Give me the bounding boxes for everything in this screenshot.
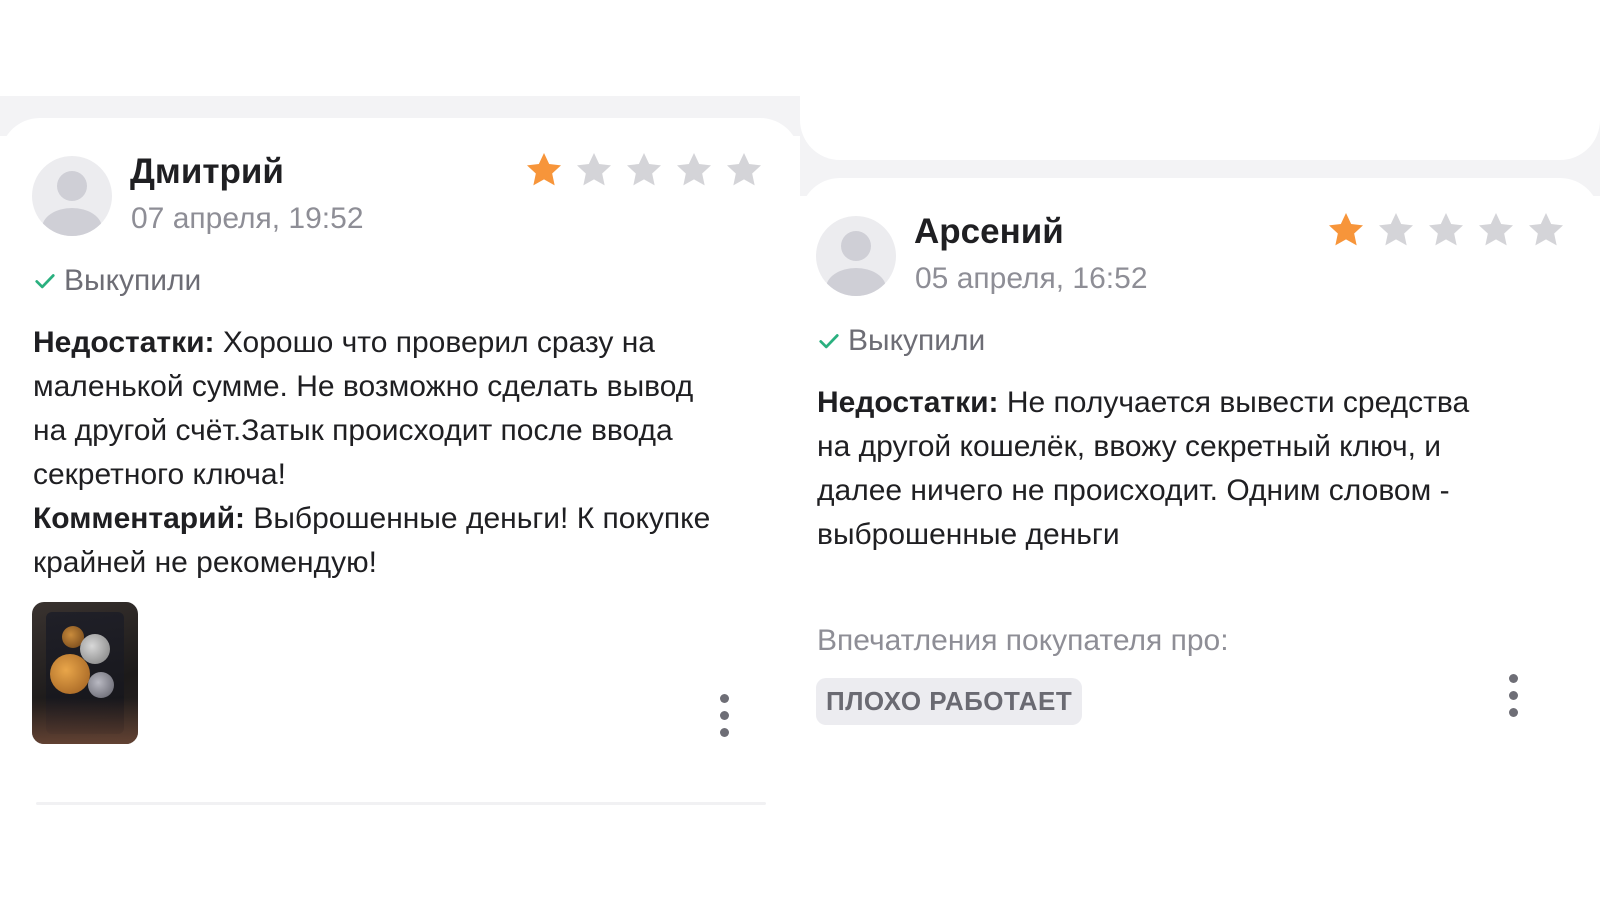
divider xyxy=(36,802,766,805)
comment-label: Комментарий: xyxy=(33,502,246,535)
more-dot xyxy=(1508,708,1518,717)
rating-stars xyxy=(1326,210,1566,250)
impression-tag[interactable]: ПЛОХО РАБОТАЕТ xyxy=(816,678,1083,725)
purchase-status: Выкупили xyxy=(818,324,985,358)
more-options-icon[interactable] xyxy=(718,694,730,737)
more-dot xyxy=(719,711,729,720)
more-dot xyxy=(1508,674,1518,683)
avatar-head-icon xyxy=(57,171,87,201)
more-dot xyxy=(719,694,729,703)
purchase-status: Выкупили xyxy=(34,264,201,298)
review-photo[interactable] xyxy=(32,602,138,744)
review-card: Дмитрий 07 апреля, 19:52 Выкупили Недост… xyxy=(0,118,800,818)
hand-graphic xyxy=(32,698,138,744)
more-dot xyxy=(1508,691,1518,700)
check-icon xyxy=(35,274,55,289)
star-empty-icon xyxy=(1479,213,1513,246)
more-dot xyxy=(719,728,729,737)
review-body: Недостатки: Хорошо что проверил сразу на… xyxy=(33,321,733,585)
star-empty-icon xyxy=(577,153,611,186)
purchase-status-label: Выкупили xyxy=(64,264,202,297)
star-filled-icon xyxy=(527,153,561,186)
coin-graphic xyxy=(88,672,114,698)
review-date: 07 апреля, 19:52 xyxy=(131,202,364,235)
star-empty-icon xyxy=(1529,213,1563,246)
review-author: Дмитрий xyxy=(130,152,284,191)
coin-graphic xyxy=(50,654,90,694)
review-cons: Недостатки: Хорошо что проверил сразу на… xyxy=(33,321,733,497)
cons-label: Недостатки: xyxy=(817,386,999,419)
star-empty-icon xyxy=(627,153,661,186)
star-empty-icon xyxy=(727,153,761,186)
star-empty-icon xyxy=(1429,213,1463,246)
avatar xyxy=(816,216,896,296)
avatar-body-icon xyxy=(826,268,886,296)
star-filled-icon xyxy=(1329,213,1363,246)
cons-label: Недостатки: xyxy=(33,326,215,359)
review-date: 05 апреля, 16:52 xyxy=(915,262,1148,295)
more-options-icon[interactable] xyxy=(1507,674,1519,717)
purchase-status-label: Выкупили xyxy=(848,324,986,357)
previous-card-bottom xyxy=(800,0,1600,160)
avatar-head-icon xyxy=(841,231,871,261)
rating-stars xyxy=(524,150,764,190)
check-icon xyxy=(819,334,839,349)
impressions-label: Впечатления покупателя про: xyxy=(817,624,1229,657)
review-cons: Недостатки: Не получается вывести средст… xyxy=(817,381,1477,557)
star-empty-icon xyxy=(677,153,711,186)
avatar-body-icon xyxy=(42,208,102,236)
review-author: Арсений xyxy=(914,212,1064,251)
review-comment: Комментарий: Выброшенные деньги! К покуп… xyxy=(33,497,733,585)
review-body: Недостатки: Не получается вывести средст… xyxy=(817,381,1477,557)
review-card: Арсений 05 апреля, 16:52 Выкупили Недост… xyxy=(800,178,1600,818)
avatar xyxy=(32,156,112,236)
star-empty-icon xyxy=(1379,213,1413,246)
